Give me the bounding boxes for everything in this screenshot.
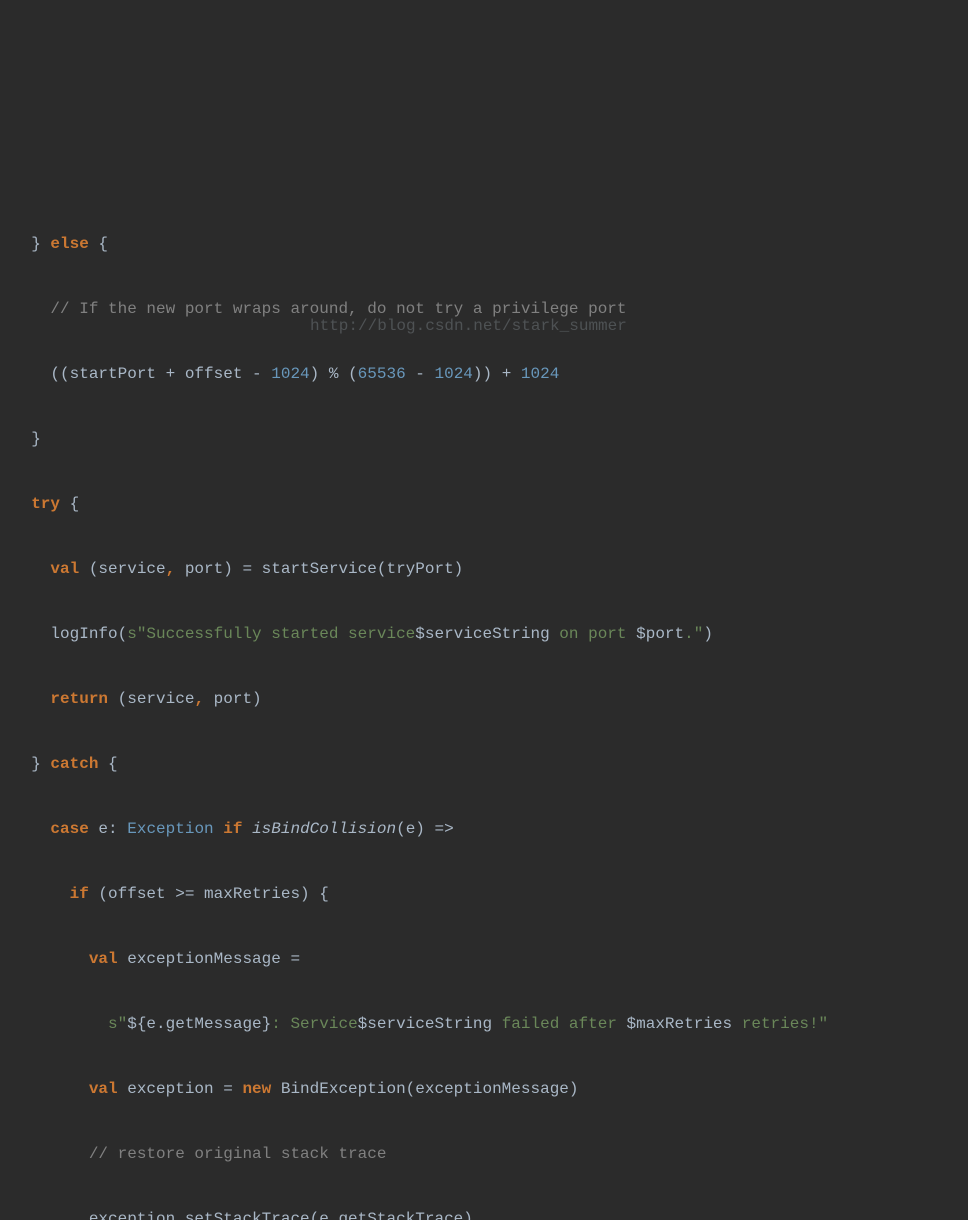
code-line: } [12, 423, 968, 456]
code-line: case e: Exception if isBindCollision(e) … [12, 813, 968, 846]
comma: , [166, 560, 185, 578]
interp: $serviceString [415, 625, 549, 643]
code-line: s"${e.getMessage}: Service$serviceString… [12, 1008, 968, 1041]
code-line: // restore original stack trace [12, 1138, 968, 1171]
keyword-else: else [41, 235, 99, 253]
string: retries!" [732, 1015, 828, 1033]
brace: } [12, 430, 41, 448]
expr: ) % ( [310, 365, 358, 383]
code-line: // If the new port wraps around, do not … [12, 293, 968, 326]
interp: ${e.getMessage} [127, 1015, 271, 1033]
code-line: if (offset >= maxRetries) { [12, 878, 968, 911]
fn-italic: isBindCollision [252, 820, 396, 838]
comma: , [194, 690, 213, 708]
keyword-new: new [242, 1080, 280, 1098]
code-line: exception.setStackTrace(e.getStackTrace) [12, 1203, 968, 1220]
code-line: return (service, port) [12, 683, 968, 716]
brace: } [12, 755, 50, 773]
code-line: } catch { [12, 748, 968, 781]
string: s"Successfully started service [127, 625, 415, 643]
keyword-try: try [12, 495, 70, 513]
number: 1024 [435, 365, 473, 383]
ident: (service [118, 690, 195, 708]
comment: // restore original stack trace [12, 1145, 386, 1163]
string: : Service [271, 1015, 357, 1033]
code-line: val exception = new BindException(except… [12, 1073, 968, 1106]
keyword-if: if [12, 885, 98, 903]
call: exception.setStackTrace(e.getStackTrace) [12, 1210, 473, 1220]
code-line: try { [12, 488, 968, 521]
code-line: ((startPort + offset - 1024) % (65536 - … [12, 358, 968, 391]
code-block: } else { // If the new port wraps around… [12, 195, 968, 1220]
code-line: logInfo(s"Successfully started service$s… [12, 618, 968, 651]
interp: $serviceString [358, 1015, 492, 1033]
code-line: } else { [12, 228, 968, 261]
string: failed after [492, 1015, 626, 1033]
keyword-val: val [12, 560, 89, 578]
ident: port) [214, 690, 262, 708]
string: on port [550, 625, 636, 643]
class-name: Exception [127, 820, 213, 838]
brace: { [70, 495, 80, 513]
string: s" [12, 1015, 127, 1033]
ident: exceptionMessage = [127, 950, 300, 968]
interp: $port [636, 625, 684, 643]
number: 1024 [271, 365, 309, 383]
brace: { [108, 755, 118, 773]
ident: (service [89, 560, 166, 578]
keyword-return: return [12, 690, 118, 708]
code-line: val (service, port) = startService(tryPo… [12, 553, 968, 586]
expr: )) + [473, 365, 521, 383]
comment: // If the new port wraps around, do not … [12, 300, 627, 318]
ctor: BindException(exceptionMessage) [281, 1080, 579, 1098]
call: logInfo( [12, 625, 127, 643]
interp: $maxRetries [627, 1015, 733, 1033]
ident: e: [98, 820, 127, 838]
keyword-catch: catch [50, 755, 108, 773]
expr: ((startPort + offset - [12, 365, 271, 383]
ident: port) = startService(tryPort) [185, 560, 463, 578]
number: 65536 [358, 365, 406, 383]
paren: ) [703, 625, 713, 643]
keyword-val: val [12, 1080, 127, 1098]
keyword-val: val [12, 950, 127, 968]
code-line: val exceptionMessage = [12, 943, 968, 976]
string: ." [684, 625, 703, 643]
expr: (offset >= maxRetries) { [98, 885, 328, 903]
number: 1024 [521, 365, 559, 383]
expr: - [406, 365, 435, 383]
expr: (e) => [396, 820, 454, 838]
ident: exception = [127, 1080, 242, 1098]
keyword-if: if [214, 820, 252, 838]
brace: } [31, 235, 41, 253]
keyword-case: case [12, 820, 98, 838]
brace: { [98, 235, 108, 253]
